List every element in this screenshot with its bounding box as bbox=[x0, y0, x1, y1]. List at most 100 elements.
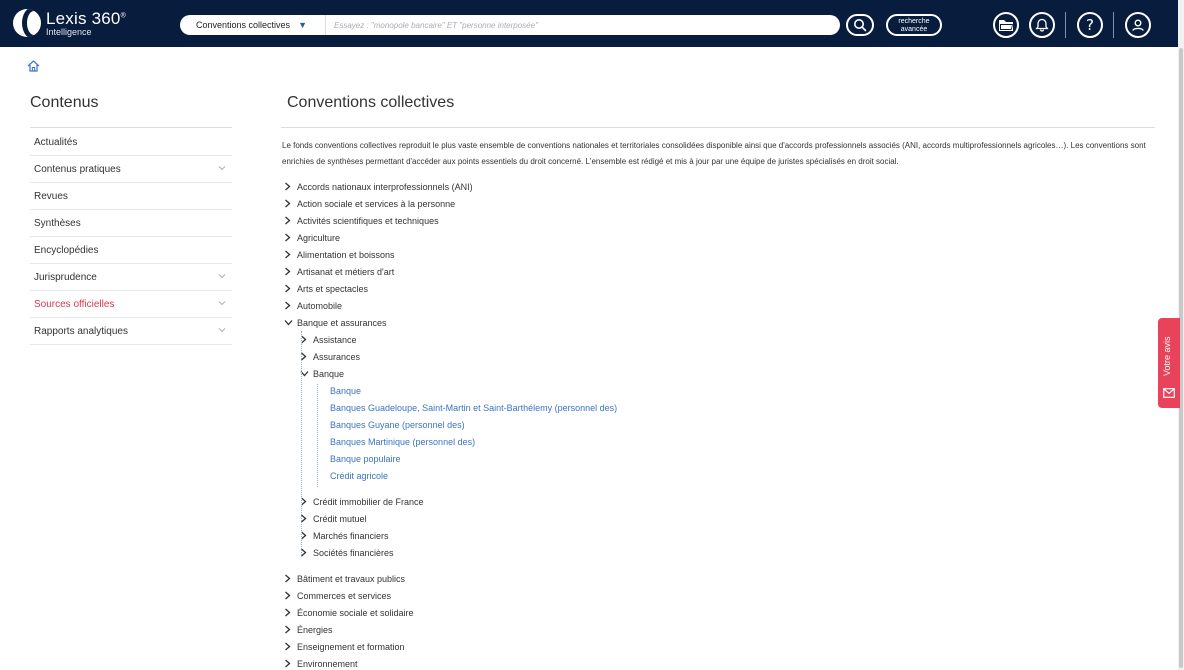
chevron-right-icon bbox=[284, 267, 297, 276]
tree-subnode[interactable]: Crédit immobilier de France bbox=[284, 493, 1144, 510]
chevron-down-icon bbox=[218, 299, 226, 310]
tree-node-label: Artisanat et métiers d'art bbox=[297, 266, 395, 277]
chevron-right-icon bbox=[284, 574, 297, 583]
question-mark-icon: ? bbox=[1086, 16, 1094, 34]
tree-node[interactable]: Artisanat et métiers d'art bbox=[284, 263, 1144, 280]
tree-node[interactable]: Alimentation et boissons bbox=[284, 246, 1144, 263]
tree-node[interactable]: Automobile bbox=[284, 297, 1144, 314]
advanced-search-line1: recherche bbox=[898, 18, 930, 25]
search-scope-label: Conventions collectives bbox=[196, 20, 291, 30]
sidebar-divider bbox=[30, 127, 232, 128]
tree-subnode[interactable]: Assurances bbox=[284, 348, 1144, 365]
tree-subnode[interactable]: Assistance bbox=[284, 331, 1144, 348]
chevron-right-icon bbox=[284, 182, 297, 191]
tree-node-label: Alimentation et boissons bbox=[297, 249, 395, 260]
toolbar-divider bbox=[1065, 12, 1066, 38]
search-icon bbox=[854, 19, 867, 32]
caret-down-icon: ▼ bbox=[298, 20, 307, 30]
chevron-down-icon bbox=[284, 319, 297, 326]
tree-node[interactable]: Agriculture bbox=[284, 229, 1144, 246]
sidebar-item-label: Contenus pratiques bbox=[34, 163, 121, 175]
chevron-right-icon bbox=[284, 625, 297, 634]
lexis-logo-icon bbox=[13, 9, 41, 37]
tree-node-expanded[interactable]: Banque et assurances bbox=[284, 314, 1144, 331]
sidebar-item[interactable]: Synthèses bbox=[30, 210, 232, 237]
advanced-search-button[interactable]: recherche avancée bbox=[886, 14, 942, 36]
chevron-right-icon bbox=[284, 199, 297, 208]
sidebar-menu: Actualités Contenus pratiques Revues Synthè… bbox=[30, 129, 232, 345]
chevron-right-icon bbox=[300, 514, 313, 523]
title-divider bbox=[281, 127, 1155, 128]
tree-node[interactable]: Activités scientifiques et techniques bbox=[284, 212, 1144, 229]
home-icon[interactable] bbox=[27, 60, 40, 72]
tree-node[interactable]: Arts et spectacles bbox=[284, 280, 1144, 297]
chevron-right-icon bbox=[284, 659, 297, 668]
bell-icon bbox=[1035, 18, 1049, 32]
tree-node-label: Bâtiment et travaux publics bbox=[297, 573, 406, 584]
sidebar-item[interactable]: Rapports analytiques bbox=[30, 318, 232, 345]
tree-node-label: Banque bbox=[313, 368, 345, 379]
search-input[interactable] bbox=[326, 15, 840, 35]
search-box: Conventions collectives ▼ bbox=[180, 15, 840, 35]
chevron-right-icon bbox=[284, 284, 297, 293]
sidebar-item-label: Revues bbox=[34, 190, 68, 202]
intro-paragraph: Le fonds conventions collectives reprodu… bbox=[282, 141, 1146, 166]
sidebar-item[interactable]: Encyclopédies bbox=[30, 237, 232, 264]
notifications-button[interactable] bbox=[1029, 12, 1055, 38]
chevron-right-icon bbox=[284, 301, 297, 310]
feedback-tab[interactable]: Votre avis bbox=[1158, 318, 1180, 408]
chevron-right-icon bbox=[300, 335, 313, 344]
tree-node[interactable]: Commerces et services bbox=[284, 587, 1144, 604]
tree-node[interactable]: Bâtiment et travaux publics bbox=[284, 570, 1144, 587]
tree-node-label: Action sociale et services à la personne bbox=[297, 198, 456, 209]
logo-subtitle: Intelligence bbox=[46, 26, 92, 37]
top-bar: Lexis 360® Intelligence Conventions coll… bbox=[0, 0, 1178, 47]
user-account-button[interactable] bbox=[1125, 12, 1151, 38]
chevron-right-icon bbox=[284, 608, 297, 617]
chevron-down-icon bbox=[218, 326, 226, 337]
tree-node[interactable]: Environnement bbox=[284, 655, 1144, 670]
tree-subnode[interactable]: Crédit mutuel bbox=[284, 510, 1144, 527]
lexis-logo[interactable]: Lexis 360® Intelligence bbox=[13, 9, 126, 37]
sidebar-item[interactable]: Contenus pratiques bbox=[30, 156, 232, 183]
search-button[interactable] bbox=[846, 14, 874, 36]
sidebar-item[interactable]: Sources officielles bbox=[30, 291, 232, 318]
chevron-right-icon bbox=[300, 497, 313, 506]
tree-node[interactable]: Énergies bbox=[284, 621, 1144, 638]
tree-subnode[interactable]: Sociétés financières bbox=[284, 544, 1144, 561]
tree-node-label: Accords nationaux interprofessionnels (A… bbox=[297, 181, 473, 192]
convention-link[interactable]: Banques Guyane (personnel des) bbox=[284, 416, 1144, 433]
tree-node-label: Économie sociale et solidaire bbox=[297, 607, 414, 618]
convention-link[interactable]: Banques Martinique (personnel des) bbox=[284, 433, 1144, 450]
help-button[interactable]: ? bbox=[1077, 12, 1103, 38]
tree-subnode-expanded[interactable]: Banque bbox=[284, 365, 1144, 382]
sidebar-item-label: Actualités bbox=[34, 136, 78, 148]
tree-node[interactable]: Accords nationaux interprofessionnels (A… bbox=[284, 178, 1144, 195]
sidebar-item[interactable]: Jurisprudence bbox=[30, 264, 232, 291]
chevron-right-icon bbox=[300, 548, 313, 557]
convention-link[interactable]: Banque bbox=[284, 382, 1144, 399]
convention-link[interactable]: Crédit agricole bbox=[284, 467, 1144, 484]
tree-node-label: Commerces et services bbox=[297, 590, 392, 601]
logo-name: Lexis 360 bbox=[46, 8, 121, 28]
tree-node[interactable]: Enseignement et formation bbox=[284, 638, 1144, 655]
chevron-down-icon bbox=[218, 164, 226, 175]
tree-node[interactable]: Action sociale et services à la personne bbox=[284, 195, 1144, 212]
sidebar-item-label: Sources officielles bbox=[34, 298, 115, 310]
sidebar-item[interactable]: Revues bbox=[30, 183, 232, 210]
sidebar-item[interactable]: Actualités bbox=[30, 129, 232, 156]
convention-link[interactable]: Banques Guadeloupe, Saint-Martin et Sain… bbox=[284, 399, 1144, 416]
tree-node[interactable]: Économie sociale et solidaire bbox=[284, 604, 1144, 621]
tree-node-label: Crédit mutuel bbox=[313, 513, 367, 524]
tree-node-label: Marchés financiers bbox=[313, 530, 389, 541]
sidebar-item-label: Jurisprudence bbox=[34, 271, 97, 283]
tree-node-label: Activités scientifiques et techniques bbox=[297, 215, 439, 226]
convention-link[interactable]: Banque populaire bbox=[284, 450, 1144, 467]
tree-subtree: Assistance Assurances Banque Banque Banques … bbox=[284, 331, 1144, 561]
folder-button[interactable] bbox=[993, 12, 1019, 38]
tree-subnode[interactable]: Marchés financiers bbox=[284, 527, 1144, 544]
tree-node-label: Sociétés financières bbox=[313, 547, 394, 558]
feedback-label: Votre avis bbox=[1162, 336, 1172, 376]
search-scope-select[interactable]: Conventions collectives ▼ bbox=[180, 15, 326, 35]
